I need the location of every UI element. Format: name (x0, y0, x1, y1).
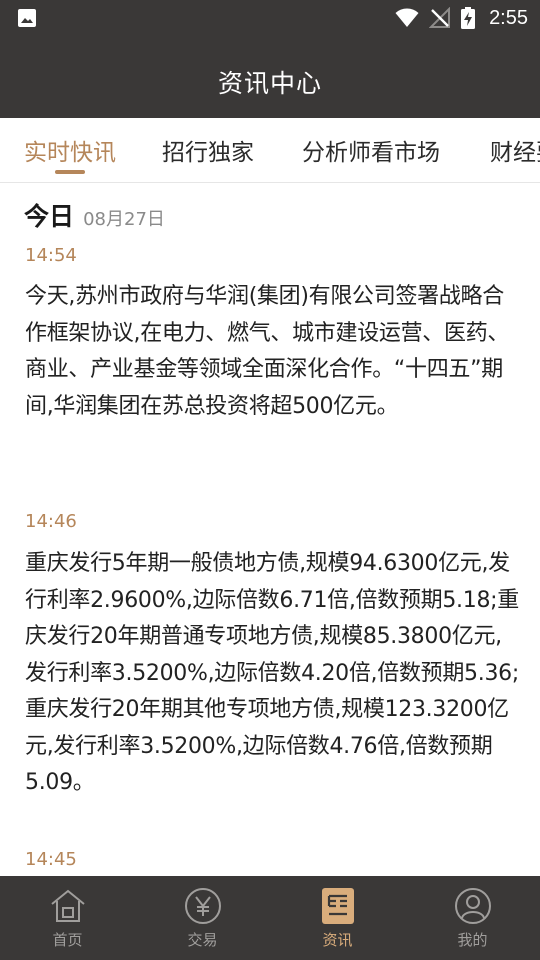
bottom-nav: 首页 交易 资讯 我的 (0, 876, 540, 960)
news-item-text[interactable]: 今天,苏州市政府与华润(集团)有限公司签署战略合作框架协议,在电力、燃气、城市建… (25, 279, 520, 425)
tab-cmb-exclusive[interactable]: 招行独家 (162, 118, 254, 182)
news-item-text[interactable]: 重庆发行5年期一般债地方债,规模94.6300亿元,发行利率2.9600%,边际… (25, 546, 520, 802)
date-today-label: 今日 (24, 202, 75, 231)
news-feed[interactable]: 今日 08月27日 14:54 今天,苏州市政府与华润(集团)有限公司签署战略合… (0, 183, 540, 876)
wifi-icon (395, 8, 419, 27)
date-value: 08月27日 (83, 209, 165, 230)
home-icon (50, 889, 85, 922)
battery-charging-icon (461, 7, 476, 29)
nav-profile-label: 我的 (457, 931, 488, 949)
tab-analyst-market[interactable]: 分析师看市场 (302, 118, 440, 182)
status-time: 2:55 (489, 6, 528, 29)
nav-home-label: 首页 (52, 931, 83, 949)
status-icons: 2:55 (395, 6, 528, 30)
news-time: 14:45 (25, 849, 77, 870)
nav-home[interactable]: 首页 (0, 876, 135, 960)
tab-finance-news[interactable]: 财经要闻 (490, 118, 540, 182)
no-signal-icon (429, 7, 451, 28)
profile-icon (454, 888, 491, 924)
yen-icon (184, 888, 221, 924)
gallery-notification-icon (18, 9, 36, 27)
date-header: 今日 08月27日 (24, 197, 165, 233)
news-time: 14:54 (25, 245, 77, 266)
nav-profile[interactable]: 我的 (405, 876, 540, 960)
active-tab-indicator (55, 170, 85, 174)
status-bar: 2:55 (0, 0, 540, 36)
title-bar: 资讯中心 (0, 36, 540, 118)
news-time: 14:46 (25, 511, 77, 532)
nav-news-label: 资讯 (322, 931, 353, 949)
news-icon (321, 888, 354, 924)
nav-trade-label: 交易 (187, 931, 218, 949)
nav-trade[interactable]: 交易 (135, 876, 270, 960)
nav-news[interactable]: 资讯 (270, 876, 405, 960)
